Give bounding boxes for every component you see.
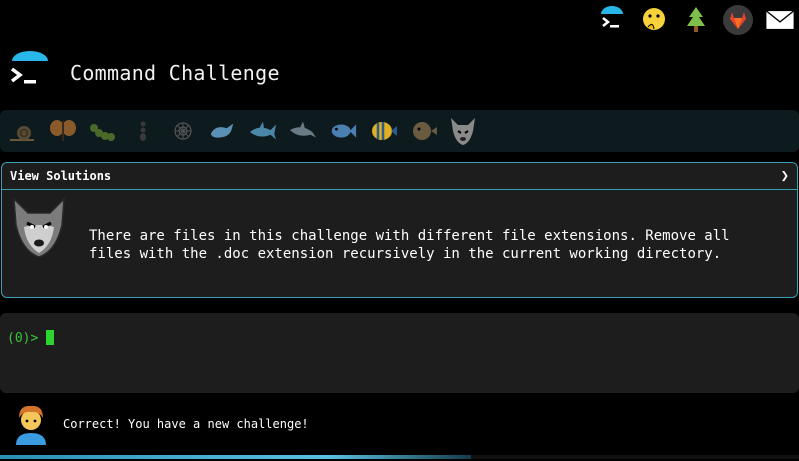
tree-icon[interactable] bbox=[681, 5, 711, 35]
spider-web-icon[interactable] bbox=[168, 116, 198, 146]
butterfly-icon[interactable] bbox=[48, 116, 78, 146]
chevron-right-icon: ❯ bbox=[780, 168, 789, 184]
mail-icon[interactable] bbox=[765, 5, 795, 35]
status-message: Correct! You have a new challenge! bbox=[13, 402, 309, 446]
tropical-fish-icon[interactable] bbox=[368, 116, 398, 146]
blowfish-icon[interactable] bbox=[408, 116, 438, 146]
terminal-input-area[interactable]: (0)> bbox=[0, 313, 799, 393]
terminal-prompt: (0)> bbox=[7, 331, 39, 346]
challenge-description: There are files in this challenge with d… bbox=[89, 228, 730, 262]
snail-icon[interactable] bbox=[8, 116, 38, 146]
challenge-panel: View Solutions ❯ There are files in this… bbox=[1, 162, 798, 298]
progress-bar bbox=[0, 455, 799, 459]
view-solutions-label: View Solutions bbox=[10, 169, 112, 183]
wolf-icon[interactable] bbox=[448, 116, 478, 146]
gitlab-icon[interactable] bbox=[723, 5, 753, 35]
ant-icon[interactable] bbox=[128, 116, 158, 146]
user-avatar-icon bbox=[16, 405, 46, 445]
progress-fill bbox=[0, 455, 472, 459]
top-icon-bar bbox=[597, 2, 799, 38]
page-title: Command Challenge bbox=[70, 61, 280, 85]
view-solutions-toggle[interactable]: View Solutions ❯ bbox=[2, 163, 797, 190]
shushing-face-icon[interactable] bbox=[639, 5, 669, 35]
header: Command Challenge bbox=[8, 48, 280, 98]
terminal-icon[interactable] bbox=[597, 5, 627, 35]
status-text: Correct! You have a new challenge! bbox=[63, 417, 309, 431]
caterpillar-icon[interactable] bbox=[88, 116, 118, 146]
logo-terminal-icon[interactable] bbox=[8, 51, 52, 95]
shark-icon[interactable] bbox=[248, 116, 278, 146]
wolf-avatar-icon bbox=[13, 197, 65, 258]
fish-icon[interactable] bbox=[328, 116, 358, 146]
whale-icon[interactable] bbox=[208, 116, 238, 146]
level-strip bbox=[0, 110, 799, 152]
terminal-cursor bbox=[46, 330, 54, 345]
dolphin-icon[interactable] bbox=[288, 116, 318, 146]
